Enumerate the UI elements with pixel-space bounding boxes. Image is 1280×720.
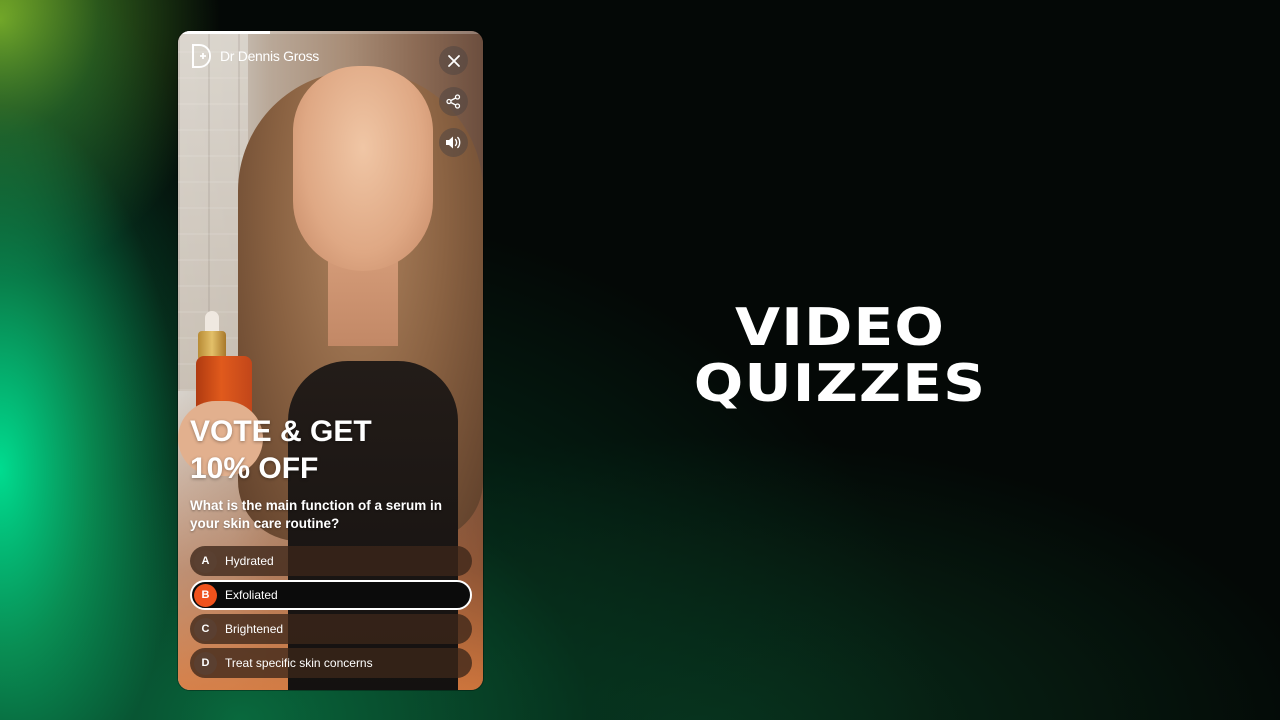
option-label: Exfoliated: [225, 588, 278, 602]
share-button[interactable]: [439, 87, 468, 116]
option-letter-badge: D: [194, 651, 217, 675]
option-label: Hydrated: [225, 554, 274, 568]
quiz-title-line-2: 10% OFF: [190, 452, 319, 485]
serum-bottle-cap: [198, 331, 226, 359]
brand-name: Dr Dennis Gross: [220, 48, 319, 64]
presenter-face: [293, 66, 433, 271]
dr-dennis-gross-logo-icon: [190, 43, 212, 69]
quiz-option-b[interactable]: B Exfoliated: [190, 580, 472, 610]
close-button[interactable]: [439, 46, 468, 75]
option-label: Treat specific skin concerns: [225, 656, 373, 670]
volume-icon: [445, 135, 462, 150]
option-letter-badge: C: [194, 617, 217, 641]
story-progress-fill: [178, 31, 270, 34]
headline-line-1: VIDEO: [735, 298, 945, 358]
video-story-player[interactable]: Dr Dennis Gross VOTE & GET 10% OFF What …: [178, 31, 483, 690]
volume-button[interactable]: [439, 128, 468, 157]
option-letter-badge: A: [194, 549, 217, 573]
quiz-options: A Hydrated B Exfoliated C Brightened D T…: [190, 546, 472, 678]
quiz-option-a[interactable]: A Hydrated: [190, 546, 472, 576]
option-letter-badge: B: [194, 583, 217, 607]
option-label: Brightened: [225, 622, 284, 636]
quiz-overlay: VOTE & GET 10% OFF What is the main func…: [190, 413, 472, 678]
serum-dropper: [205, 311, 219, 333]
brand-header: Dr Dennis Gross: [190, 43, 319, 69]
quiz-option-c[interactable]: C Brightened: [190, 614, 472, 644]
headline: VIDEO QUIZZES: [616, 300, 1064, 412]
story-progress-bar: [178, 31, 483, 34]
share-icon: [446, 94, 461, 109]
quiz-title: VOTE & GET 10% OFF: [190, 413, 420, 487]
close-icon: [447, 54, 461, 68]
quiz-question: What is the main function of a serum in …: [190, 498, 443, 531]
quiz-title-line-1: VOTE & GET: [190, 415, 372, 448]
quiz-option-d[interactable]: D Treat specific skin concerns: [190, 648, 472, 678]
headline-line-2: QUIZZES: [693, 354, 987, 414]
